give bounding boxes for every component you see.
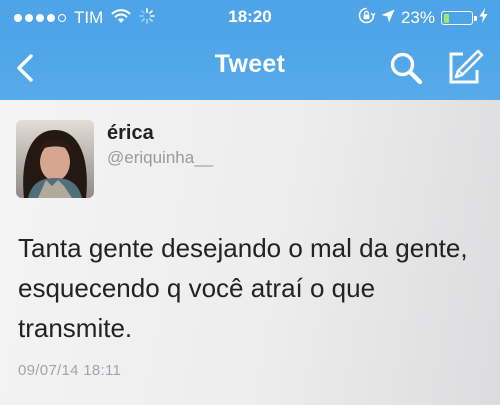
avatar[interactable] bbox=[16, 120, 94, 198]
compose-icon[interactable] bbox=[444, 48, 484, 88]
battery-icon bbox=[441, 11, 477, 25]
battery-percent: 23% bbox=[400, 8, 435, 27]
user-handle[interactable]: @eriquinha__ bbox=[107, 148, 213, 168]
battery-fill bbox=[443, 13, 450, 23]
nav-bar: Tweet bbox=[0, 36, 500, 100]
tweet-text: Tanta gente desejando o mal da gente, es… bbox=[18, 233, 468, 343]
location-arrow-icon bbox=[381, 8, 395, 28]
nav-title: Tweet bbox=[214, 50, 286, 78]
user-display-name[interactable]: érica bbox=[107, 122, 154, 145]
rotation-lock-icon bbox=[358, 7, 376, 29]
tweet-timestamp: 09/07/14 18:11 bbox=[18, 362, 122, 379]
tweet-screen: TIM 18:20 23% Tweet érica @eriquinha__ T… bbox=[0, 0, 500, 405]
status-bar: TIM 18:20 23% bbox=[0, 0, 500, 36]
search-icon[interactable] bbox=[388, 50, 424, 86]
charging-bolt-icon bbox=[479, 8, 488, 28]
tweet-detail: érica @eriquinha__ Tanta gente desejando… bbox=[0, 100, 500, 405]
